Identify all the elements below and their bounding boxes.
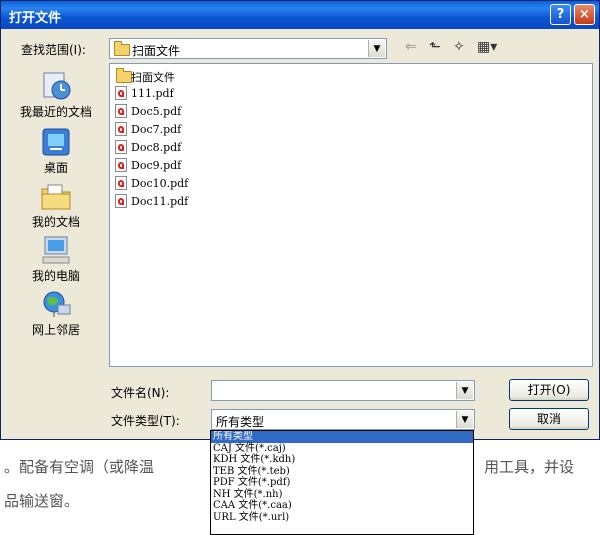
place-label: 网上邻居 bbox=[31, 323, 80, 337]
up-folder-icon[interactable]: ⬑ bbox=[429, 39, 441, 55]
folder-icon bbox=[114, 41, 130, 56]
document-text: 。配备有空调（或降温 bbox=[4, 458, 155, 476]
chevron-down-icon[interactable]: ▼ bbox=[456, 411, 473, 428]
file-name: Doc10.pdf bbox=[131, 177, 189, 190]
dropdown-option[interactable]: CAA 文件(*.caa) bbox=[211, 500, 473, 512]
window-title: 打开文件 bbox=[9, 11, 62, 26]
network-places-icon bbox=[40, 289, 72, 319]
lookin-label: 查找范围(I): bbox=[21, 43, 86, 57]
place-my-documents[interactable]: 我的文档 bbox=[9, 181, 103, 230]
help-button[interactable]: ? bbox=[550, 4, 571, 25]
place-network[interactable]: 网上邻居 bbox=[9, 289, 103, 338]
place-label: 桌面 bbox=[43, 161, 68, 175]
place-label: 我最近的文档 bbox=[19, 105, 92, 119]
pdf-file-icon bbox=[115, 158, 127, 172]
filetype-select[interactable]: 所有类型 ▼ bbox=[211, 409, 475, 430]
place-recent[interactable]: 我最近的文档 bbox=[9, 71, 103, 120]
dropdown-option[interactable]: PDF 文件(*.pdf) bbox=[211, 477, 473, 489]
filetype-dropdown-list[interactable]: 所有类型 CAJ 文件(*.caj) KDH 文件(*.kdh) TEB 文件(… bbox=[210, 430, 474, 535]
desktop-icon bbox=[40, 127, 72, 157]
pdf-file-icon bbox=[115, 122, 127, 136]
back-icon[interactable]: ⇐ bbox=[405, 39, 417, 55]
pdf-file-icon bbox=[115, 140, 127, 154]
lookin-combo[interactable]: 扫面文件 ▼ bbox=[109, 38, 387, 59]
dropdown-option[interactable]: URL 文件(*.url) bbox=[211, 512, 473, 524]
open-file-dialog: 打开文件 ? × 查找范围(I): 扫面文件 ▼ ⇐ ⬑ ✧ ▦▾ 我最近的文档… bbox=[0, 0, 600, 440]
new-folder-icon[interactable]: ✧ bbox=[453, 39, 465, 55]
view-menu-icon[interactable]: ▦▾ bbox=[477, 39, 497, 55]
chevron-down-icon[interactable]: ▼ bbox=[368, 40, 385, 57]
file-name: Doc9.pdf bbox=[131, 159, 182, 172]
filename-input[interactable]: ▼ bbox=[211, 380, 475, 401]
recent-documents-icon bbox=[40, 71, 72, 101]
pdf-file-icon bbox=[115, 86, 127, 100]
file-name: Doc8.pdf bbox=[131, 141, 182, 154]
pdf-file-icon bbox=[115, 194, 127, 208]
place-my-computer[interactable]: 我的电脑 bbox=[9, 235, 103, 284]
chevron-down-icon[interactable]: ▼ bbox=[456, 382, 473, 399]
filetype-value: 所有类型 bbox=[216, 415, 265, 429]
lookin-value: 扫面文件 bbox=[132, 44, 181, 58]
dropdown-option[interactable]: CAJ 文件(*.caj) bbox=[211, 443, 473, 455]
filetype-label: 文件类型(T): bbox=[111, 414, 180, 428]
my-documents-icon bbox=[40, 181, 72, 211]
file-name: Doc7.pdf bbox=[131, 123, 182, 136]
dropdown-option[interactable]: TEB 文件(*.teb) bbox=[211, 466, 473, 478]
open-button[interactable]: 打开(O) bbox=[509, 379, 589, 401]
file-name: Doc11.pdf bbox=[131, 195, 189, 208]
places-bar: 我最近的文档 桌面 我的文档 我的电脑 网上邻居 bbox=[9, 63, 103, 363]
file-name: 扫面文件 bbox=[131, 71, 175, 84]
place-label: 我的文档 bbox=[31, 215, 80, 229]
file-name: Doc5.pdf bbox=[131, 105, 182, 118]
folder-icon bbox=[116, 68, 132, 83]
title-bar[interactable]: 打开文件 ? × bbox=[1, 1, 599, 29]
cancel-button[interactable]: 取消 bbox=[509, 408, 589, 430]
document-text: 品输送窗。 bbox=[4, 492, 80, 510]
pdf-file-icon bbox=[115, 104, 127, 118]
dropdown-option[interactable]: KDH 文件(*.kdh) bbox=[211, 454, 473, 466]
place-desktop[interactable]: 桌面 bbox=[9, 127, 103, 176]
file-list[interactable]: 扫面文件 111.pdf Doc5.pdf Doc7.pdf Doc8.pdf … bbox=[109, 63, 593, 367]
document-text: 用工具，并设 bbox=[484, 458, 575, 476]
dropdown-option[interactable]: 所有类型 bbox=[211, 431, 473, 443]
filename-label: 文件名(N): bbox=[111, 386, 170, 400]
dropdown-option[interactable]: NH 文件(*.nh) bbox=[211, 489, 473, 501]
my-computer-icon bbox=[40, 235, 72, 265]
pdf-file-icon bbox=[115, 176, 127, 190]
place-label: 我的电脑 bbox=[31, 269, 80, 283]
file-name: 111.pdf bbox=[131, 87, 174, 100]
close-button[interactable]: × bbox=[574, 4, 595, 25]
